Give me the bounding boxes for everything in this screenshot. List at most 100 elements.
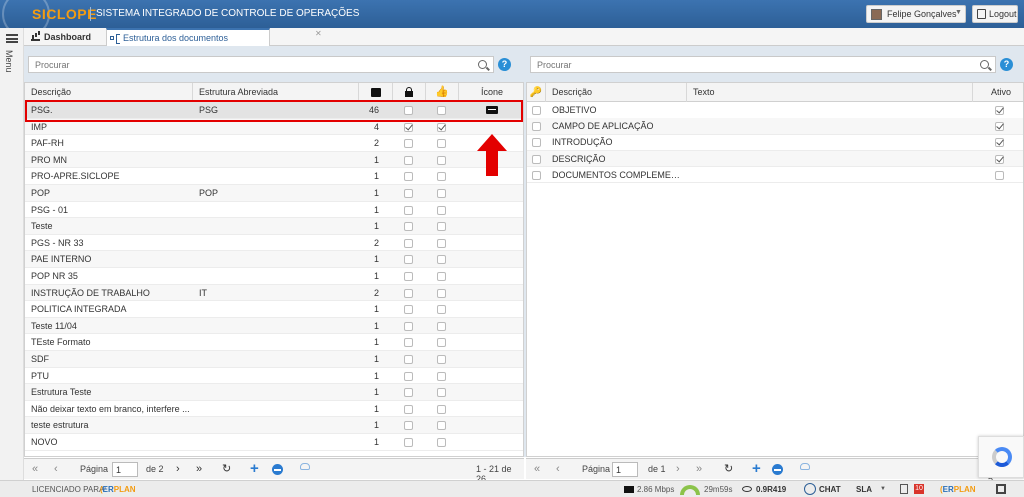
table-row[interactable]: PSG - 01 1 [25, 202, 523, 219]
table-row[interactable]: POP POP 1 [25, 185, 523, 202]
like-checkbox[interactable] [437, 421, 446, 431]
sla-button[interactable]: SLA [856, 485, 872, 494]
lock-checkbox[interactable] [404, 172, 413, 182]
row-select-checkbox[interactable] [532, 154, 541, 164]
like-checkbox[interactable] [437, 205, 446, 215]
like-checkbox[interactable] [437, 139, 446, 149]
tab-estrutura-documentos[interactable]: Estrutura dos documentos ✕ [106, 28, 322, 46]
last-page-icon[interactable]: » [696, 462, 702, 476]
first-page-icon[interactable]: « [534, 462, 540, 476]
fullscreen-icon[interactable] [996, 484, 1006, 494]
calendar-icon[interactable] [900, 484, 908, 494]
next-page-icon[interactable]: › [676, 462, 680, 476]
right-help-icon[interactable]: ? [1000, 58, 1013, 71]
table-row[interactable]: Estrutura Teste 1 [25, 384, 523, 401]
lock-checkbox[interactable] [404, 388, 413, 398]
ativo-checkbox[interactable] [995, 138, 1004, 148]
table-row[interactable]: OBJETIVO [527, 102, 1023, 119]
tab-close-icon[interactable]: ✕ [315, 26, 322, 42]
like-checkbox[interactable] [437, 371, 446, 381]
menu-label[interactable]: Menu [4, 50, 14, 73]
row-select-checkbox[interactable] [532, 138, 541, 148]
lock-checkbox[interactable] [404, 355, 413, 364]
table-row[interactable]: teste estrutura 1 [25, 417, 523, 434]
prev-page-icon[interactable]: ‹ [556, 462, 560, 476]
chat-icon[interactable] [804, 483, 816, 495]
like-checkbox[interactable] [437, 305, 446, 315]
like-checkbox[interactable] [437, 388, 446, 398]
lock-checkbox[interactable] [404, 305, 413, 315]
like-checkbox[interactable] [437, 272, 446, 281]
ativo-checkbox[interactable] [995, 154, 1004, 164]
like-checkbox[interactable] [437, 321, 446, 331]
add-icon[interactable]: + [752, 460, 761, 477]
user-menu-button[interactable]: Felipe Gonçalves ▼ [866, 5, 966, 23]
search-icon[interactable] [980, 60, 989, 69]
ativo-checkbox[interactable] [995, 106, 1004, 115]
table-row[interactable]: Teste 11/04 1 [25, 317, 523, 335]
table-row[interactable]: Teste 1 [25, 218, 523, 235]
col-header-ativo[interactable]: Ativo [973, 83, 1024, 102]
like-checkbox[interactable] [437, 189, 446, 198]
like-checkbox[interactable] [437, 438, 446, 447]
col-header-key[interactable]: 🔑 [527, 83, 546, 102]
table-row[interactable]: CAMPO DE APLICAÇÃO [527, 118, 1023, 135]
next-page-icon[interactable]: › [176, 462, 180, 476]
first-page-icon[interactable]: « [32, 462, 38, 476]
table-row[interactable]: PGS - NR 33 2 [25, 235, 523, 252]
left-search-input[interactable] [35, 60, 435, 70]
lock-checkbox[interactable] [404, 371, 413, 381]
lock-checkbox[interactable] [404, 205, 413, 215]
table-row[interactable]: PTU 1 [25, 368, 523, 385]
lock-checkbox[interactable] [404, 222, 413, 232]
table-row[interactable]: NOVO 1 [25, 434, 523, 451]
prev-page-icon[interactable]: ‹ [54, 462, 58, 476]
cloud-upload-icon[interactable] [800, 463, 810, 470]
table-row[interactable]: PRO MN 1 [25, 151, 523, 169]
refresh-icon[interactable]: ↻ [222, 462, 231, 476]
remove-icon[interactable] [272, 464, 283, 475]
row-select-checkbox[interactable] [532, 170, 541, 180]
recaptcha-badge[interactable] [978, 436, 1024, 478]
table-row[interactable]: INTRODUÇÃO [527, 134, 1023, 151]
lock-checkbox[interactable] [404, 238, 413, 248]
lock-checkbox[interactable] [404, 139, 413, 149]
tab-dashboard[interactable]: Dashboard [28, 28, 100, 46]
lock-checkbox[interactable] [404, 272, 413, 281]
like-checkbox[interactable] [437, 155, 446, 165]
left-help-icon[interactable]: ? [498, 58, 511, 71]
lock-checkbox[interactable] [404, 288, 413, 298]
lock-checkbox[interactable] [404, 189, 413, 198]
table-row[interactable]: PAF-RH 2 [25, 135, 523, 152]
remove-icon[interactable] [772, 464, 783, 475]
like-checkbox[interactable] [437, 288, 446, 298]
lock-checkbox[interactable] [404, 404, 413, 414]
like-checkbox[interactable] [437, 172, 446, 182]
last-page-icon[interactable]: » [196, 462, 202, 476]
hamburger-menu-icon[interactable] [6, 34, 18, 43]
table-row[interactable]: Não deixar texto em branco, interfere ..… [25, 401, 523, 418]
chat-button[interactable]: CHAT [819, 485, 841, 494]
table-row[interactable]: PRO-APRE.SICLOPE 1 [25, 168, 523, 185]
lock-checkbox[interactable] [404, 421, 413, 431]
table-row[interactable]: POP NR 35 1 [25, 268, 523, 285]
table-row[interactable]: POLITICA INTEGRADA 1 [25, 301, 523, 318]
lock-checkbox[interactable] [404, 255, 413, 265]
lock-checkbox[interactable] [404, 338, 413, 348]
like-checkbox[interactable] [437, 238, 446, 248]
like-checkbox[interactable] [437, 222, 446, 232]
page-input[interactable] [612, 462, 638, 477]
lock-checkbox[interactable] [404, 321, 413, 331]
lock-checkbox[interactable] [404, 438, 413, 447]
col-header-texto[interactable]: Texto [687, 83, 973, 102]
add-icon[interactable]: + [250, 460, 259, 477]
table-row[interactable]: INSTRUÇÃO DE TRABALHO IT 2 [25, 284, 523, 302]
row-select-checkbox[interactable] [532, 122, 541, 132]
caret-down-icon[interactable]: ▼ [880, 486, 886, 492]
ativo-checkbox[interactable] [995, 170, 1004, 180]
brand-logo[interactable]: SICLOPE [32, 6, 97, 22]
right-search-input[interactable] [537, 60, 937, 70]
like-checkbox[interactable] [437, 338, 446, 348]
table-row[interactable]: PAE INTERNO 1 [25, 251, 523, 268]
like-checkbox[interactable] [437, 355, 446, 364]
